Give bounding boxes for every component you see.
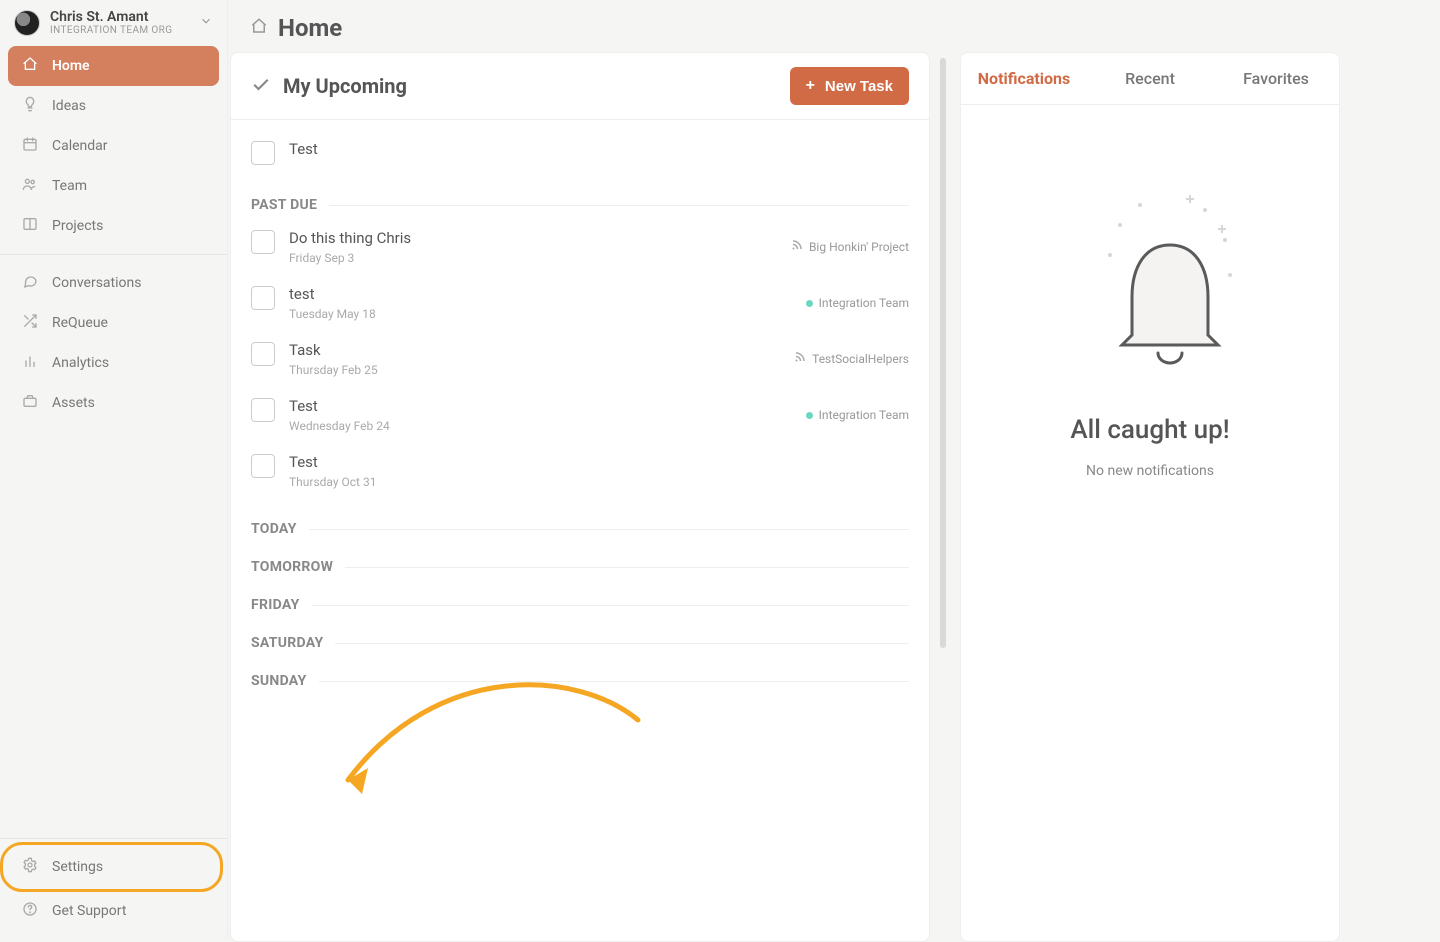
task-row[interactable]: Do this thing Chris Friday Sep 3Big Honki… <box>251 219 909 275</box>
sidebar-item-label: ReQueue <box>52 315 108 331</box>
task-date: Friday Sep 3 <box>289 251 791 265</box>
task-date: Thursday Feb 25 <box>289 363 794 377</box>
scroll-gutter <box>930 52 960 939</box>
task-row[interactable]: test Tuesday May 18Integration Team <box>251 275 909 331</box>
task-checkbox[interactable] <box>251 454 275 478</box>
section-label: TODAY <box>251 521 909 537</box>
section-label: TOMORROW <box>251 559 909 575</box>
bell-icon <box>1090 185 1210 375</box>
bulb-icon <box>20 96 40 116</box>
upcoming-card: My Upcoming + New Task Test PAST DUE Do th… <box>230 52 930 942</box>
sidebar-item-home[interactable]: Home <box>8 46 219 86</box>
task-row[interactable]: Test Wednesday Feb 24Integration Team <box>251 387 909 443</box>
task-title: test <box>289 285 806 303</box>
sidebar-item-label: Get Support <box>52 903 126 919</box>
task-title: Test <box>289 397 806 415</box>
task-row[interactable]: Task Thursday Feb 25TestSocialHelpers <box>251 331 909 387</box>
sidebar-item-conversations[interactable]: Conversations <box>8 263 219 303</box>
sidebar-item-projects[interactable]: Projects <box>8 206 219 246</box>
sidebar-item-label: Settings <box>52 859 103 875</box>
task-checkbox[interactable] <box>251 230 275 254</box>
home-icon <box>250 17 268 39</box>
sidebar: Chris St. Amant INTEGRATION TEAM ORG Hom… <box>0 0 228 939</box>
bars-icon <box>20 353 40 373</box>
sidebar-item-label: Analytics <box>52 355 109 371</box>
user-name: Chris St. Amant <box>50 10 199 25</box>
section-label: SUNDAY <box>251 673 909 689</box>
task-checkbox[interactable] <box>251 398 275 422</box>
sidebar-item-calendar[interactable]: Calendar <box>8 126 219 166</box>
sidebar-item-team[interactable]: Team <box>8 166 219 206</box>
sidebar-item-label: Team <box>52 178 87 194</box>
team-icon <box>20 176 40 196</box>
task-checkbox[interactable] <box>251 141 275 165</box>
shuffle-icon <box>20 313 40 333</box>
task-meta: TestSocialHelpers <box>794 351 909 367</box>
sidebar-item-analytics[interactable]: Analytics <box>8 343 219 383</box>
status-dot-icon <box>806 412 813 419</box>
calendar-icon <box>20 136 40 156</box>
task-title: Test <box>289 140 909 158</box>
sidebar-item-label: Ideas <box>52 98 86 114</box>
new-task-button[interactable]: + New Task <box>790 67 909 105</box>
task-row[interactable]: Test <box>251 130 909 175</box>
tab-favorites[interactable]: Favorites <box>1213 53 1339 104</box>
notifications-empty-sub: No new notifications <box>1086 463 1214 479</box>
sidebar-item-label: Assets <box>52 395 95 411</box>
page-title: Home <box>278 14 342 42</box>
task-date: Wednesday Feb 24 <box>289 419 806 433</box>
rss-icon <box>794 351 806 367</box>
task-meta: Big Honkin' Project <box>791 239 909 255</box>
sidebar-item-label: Projects <box>52 218 103 234</box>
section-label: SATURDAY <box>251 635 909 651</box>
task-title: Test <box>289 453 909 471</box>
case-icon <box>20 393 40 413</box>
sidebar-item-get-support[interactable]: Get Support <box>8 889 219 933</box>
home-icon <box>20 56 40 76</box>
status-dot-icon <box>806 300 813 307</box>
page-header: Home <box>228 0 1440 48</box>
section-label: PAST DUE <box>251 197 909 213</box>
sidebar-item-label: Calendar <box>52 138 108 154</box>
plus-icon: + <box>806 77 815 95</box>
tab-recent[interactable]: Recent <box>1087 53 1213 104</box>
task-meta: Integration Team <box>806 296 909 310</box>
chat-icon <box>20 273 40 293</box>
user-switcher[interactable]: Chris St. Amant INTEGRATION TEAM ORG <box>0 0 227 46</box>
avatar <box>14 10 40 36</box>
tab-notifications[interactable]: Notifications <box>961 53 1087 104</box>
rss-icon <box>791 239 803 255</box>
task-date: Tuesday May 18 <box>289 307 806 321</box>
sidebar-item-settings[interactable]: Settings <box>8 845 219 889</box>
scrollbar-thumb[interactable] <box>940 58 946 648</box>
task-checkbox[interactable] <box>251 286 275 310</box>
task-date: Thursday Oct 31 <box>289 475 909 489</box>
sidebar-item-ideas[interactable]: Ideas <box>8 86 219 126</box>
task-title: Do this thing Chris <box>289 229 791 247</box>
section-label: FRIDAY <box>251 597 909 613</box>
notifications-empty-title: All caught up! <box>1070 415 1229 445</box>
projects-icon <box>20 216 40 236</box>
sidebar-item-label: Home <box>52 58 90 74</box>
sidebar-item-label: Conversations <box>52 275 141 291</box>
sidebar-item-requeue[interactable]: ReQueue <box>8 303 219 343</box>
help-icon <box>20 901 40 921</box>
user-org: INTEGRATION TEAM ORG <box>50 25 199 36</box>
gear-icon <box>20 857 40 877</box>
new-task-label: New Task <box>825 78 893 95</box>
notifications-card: NotificationsRecentFavorites <box>960 52 1340 942</box>
check-icon <box>251 74 271 98</box>
sidebar-item-assets[interactable]: Assets <box>8 383 219 423</box>
task-meta: Integration Team <box>806 408 909 422</box>
task-checkbox[interactable] <box>251 342 275 366</box>
chevron-down-icon <box>199 14 213 32</box>
notifications-empty: All caught up! No new notifications <box>961 105 1339 479</box>
task-row[interactable]: Test Thursday Oct 31 <box>251 443 909 499</box>
upcoming-title: My Upcoming <box>283 74 790 98</box>
task-title: Task <box>289 341 794 359</box>
